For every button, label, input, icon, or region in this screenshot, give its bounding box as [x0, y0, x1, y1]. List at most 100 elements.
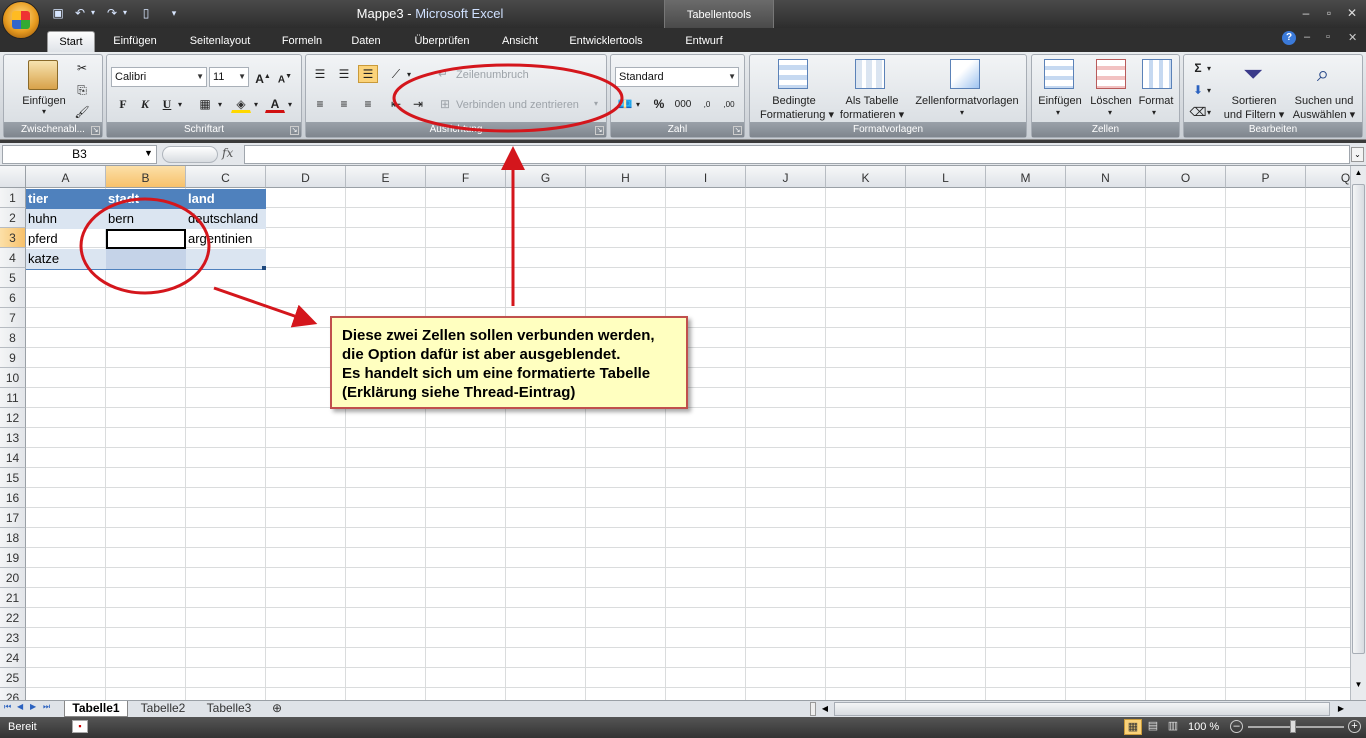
- column-header[interactable]: P: [1226, 166, 1306, 188]
- conditional-format-icon[interactable]: [778, 59, 808, 89]
- find-select-label-1[interactable]: Suchen und: [1288, 95, 1360, 107]
- decrease-decimal-icon[interactable]: ,00: [719, 95, 739, 113]
- align-right-icon[interactable]: ≡: [358, 95, 378, 113]
- row-header[interactable]: 10: [0, 368, 26, 388]
- sheet-nav-last-icon[interactable]: ⏭: [43, 702, 50, 712]
- insert-sheet-icon[interactable]: ⊕: [264, 701, 290, 717]
- column-header[interactable]: N: [1066, 166, 1146, 188]
- row-header[interactable]: 25: [0, 668, 26, 688]
- row-header[interactable]: 8: [0, 328, 26, 348]
- sheet-tab-2[interactable]: Tabelle2: [132, 701, 194, 717]
- percent-button[interactable]: %: [649, 95, 669, 113]
- row-header[interactable]: 13: [0, 428, 26, 448]
- currency-dropdown-icon[interactable]: ▾: [633, 95, 643, 113]
- macro-record-icon[interactable]: ▪: [72, 720, 88, 733]
- tab-ueberpruefen[interactable]: Überprüfen: [402, 31, 482, 52]
- format-as-table-label-2[interactable]: formatieren ▾: [834, 108, 910, 121]
- row-header[interactable]: 1: [0, 188, 26, 208]
- row-header[interactable]: 22: [0, 608, 26, 628]
- sort-filter-label-2[interactable]: und Filtern ▾: [1220, 108, 1288, 121]
- tab-einfuegen[interactable]: Einfügen: [103, 31, 167, 52]
- cell-styles-icon[interactable]: [950, 59, 980, 89]
- shrink-font-icon[interactable]: A▼: [275, 67, 295, 85]
- column-header[interactable]: D: [266, 166, 346, 188]
- row-header[interactable]: 12: [0, 408, 26, 428]
- office-button[interactable]: [2, 1, 40, 39]
- align-top-icon[interactable]: ☰: [310, 65, 330, 83]
- column-header[interactable]: Q: [1306, 166, 1350, 188]
- font-name-select[interactable]: Calibri ▼: [111, 67, 207, 87]
- column-header[interactable]: M: [986, 166, 1066, 188]
- customize-qat-icon[interactable]: ▾: [168, 5, 180, 21]
- scroll-right-icon[interactable]: ▶: [1334, 702, 1348, 716]
- table-resize-handle[interactable]: [262, 266, 266, 270]
- delete-cells-icon[interactable]: [1096, 59, 1126, 89]
- merge-center-button[interactable]: Verbinden und zentrieren: [456, 99, 579, 111]
- font-color-dropdown-icon[interactable]: ▾: [285, 95, 295, 113]
- column-header[interactable]: C: [186, 166, 266, 188]
- align-center-icon[interactable]: ≡: [334, 95, 354, 113]
- table-cell[interactable]: pferd: [26, 229, 106, 249]
- vertical-scrollbar[interactable]: ▲ ▼: [1350, 166, 1366, 700]
- column-header[interactable]: G: [506, 166, 586, 188]
- column-header[interactable]: I: [666, 166, 746, 188]
- redo-icon[interactable]: ↷: [104, 5, 120, 21]
- format-cells-dropdown-icon[interactable]: ▾: [1152, 108, 1156, 117]
- table-cell[interactable]: huhn: [26, 209, 106, 229]
- sheet-tab-1[interactable]: Tabelle1: [64, 701, 128, 717]
- new-document-icon[interactable]: ▯: [138, 5, 154, 21]
- clear-dropdown-icon[interactable]: ▾: [1204, 103, 1214, 121]
- delete-cells-button[interactable]: Löschen: [1088, 95, 1134, 107]
- orientation-icon[interactable]: ⟋: [386, 65, 406, 83]
- row-header[interactable]: 9: [0, 348, 26, 368]
- clipboard-launcher-icon[interactable]: ↘: [91, 126, 100, 135]
- autosum-dropdown-icon[interactable]: ▾: [1204, 59, 1214, 77]
- ribbon-restore-icon[interactable]: ▫: [1326, 31, 1330, 43]
- paste-button[interactable]: Einfügen: [16, 95, 72, 107]
- normal-view-icon[interactable]: ▦: [1124, 719, 1142, 735]
- formula-bar-handle[interactable]: [162, 146, 218, 163]
- expand-formula-bar-icon[interactable]: ⌄: [1351, 147, 1364, 162]
- wrap-text-icon[interactable]: ↵: [436, 65, 450, 83]
- sheet-nav-next-icon[interactable]: ▶: [30, 702, 36, 711]
- align-bottom-icon[interactable]: ☰: [358, 65, 378, 83]
- zoom-slider-thumb[interactable]: [1290, 720, 1296, 733]
- insert-function-icon[interactable]: fx: [222, 146, 242, 163]
- tab-split-handle[interactable]: [810, 702, 816, 716]
- format-painter-icon[interactable]: 🖌: [72, 103, 92, 121]
- sheet-tab-3[interactable]: Tabelle3: [198, 701, 260, 717]
- decrease-indent-icon[interactable]: ⇤: [386, 95, 406, 113]
- font-launcher-icon[interactable]: ↘: [290, 126, 299, 135]
- column-header[interactable]: E: [346, 166, 426, 188]
- format-cells-icon[interactable]: [1142, 59, 1172, 89]
- increase-indent-icon[interactable]: ⇥: [408, 95, 428, 113]
- select-all-corner[interactable]: [0, 166, 26, 188]
- row-header[interactable]: 3: [0, 228, 26, 248]
- borders-icon[interactable]: ▦: [195, 95, 215, 113]
- number-launcher-icon[interactable]: ↘: [733, 126, 742, 135]
- column-header[interactable]: L: [906, 166, 986, 188]
- row-header[interactable]: 20: [0, 568, 26, 588]
- merge-center-icon[interactable]: ⊞: [436, 95, 454, 113]
- align-middle-icon[interactable]: ☰: [334, 65, 354, 83]
- find-select-icon[interactable]: ⌕: [1308, 59, 1338, 89]
- table-header-cell[interactable]: tier: [26, 189, 106, 209]
- row-header[interactable]: 18: [0, 528, 26, 548]
- bold-button[interactable]: F: [113, 95, 133, 113]
- undo-icon[interactable]: ↶: [72, 5, 88, 21]
- tab-daten[interactable]: Daten: [340, 31, 392, 52]
- table-cell[interactable]: [186, 249, 266, 269]
- row-header[interactable]: 5: [0, 268, 26, 288]
- save-icon[interactable]: ▣: [50, 5, 66, 21]
- column-header[interactable]: O: [1146, 166, 1226, 188]
- zoom-out-icon[interactable]: –: [1230, 720, 1243, 733]
- increase-decimal-icon[interactable]: ,0: [697, 95, 717, 113]
- row-header[interactable]: 24: [0, 648, 26, 668]
- format-cells-button[interactable]: Format: [1134, 95, 1178, 107]
- column-header[interactable]: H: [586, 166, 666, 188]
- row-header[interactable]: 17: [0, 508, 26, 528]
- fill-color-icon[interactable]: ◈: [231, 95, 251, 113]
- tab-formeln[interactable]: Formeln: [274, 31, 330, 52]
- find-select-label-2[interactable]: Auswählen ▾: [1288, 108, 1360, 121]
- alignment-launcher-icon[interactable]: ↘: [595, 126, 604, 135]
